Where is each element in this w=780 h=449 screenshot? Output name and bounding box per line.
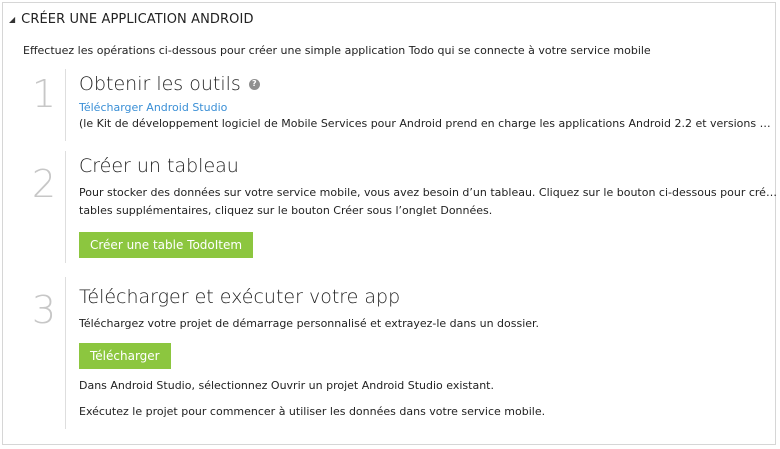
download-android-studio-link[interactable]: Télécharger Android Studio (79, 101, 227, 114)
step-divider (65, 69, 66, 141)
create-android-app-panel: ◢ CRÉER UNE APPLICATION ANDROID Effectue… (2, 2, 777, 445)
step-number: 2 (31, 162, 57, 206)
step-1: 1 Obtenir les outils ? Télécharger Andro… (21, 69, 777, 141)
open-project-instruction: Dans Android Studio, sélectionnez Ouvrir… (79, 379, 494, 392)
download-button[interactable]: Télécharger (79, 343, 171, 369)
section-header[interactable]: ◢ CRÉER UNE APPLICATION ANDROID (9, 12, 254, 27)
step-title: Créer un tableau (79, 155, 239, 177)
download-description: Téléchargez votre projet de démarrage pe… (79, 317, 540, 330)
step-title: Obtenir les outils ? (79, 72, 777, 96)
intro-text: Effectuez les opérations ci-dessous pour… (23, 44, 651, 57)
step-title: Télécharger et exécuter votre app (79, 286, 401, 308)
step-number: 1 (31, 72, 57, 116)
triangle-down-icon[interactable]: ◢ (9, 15, 15, 24)
step-2: 2 Créer un tableau Pour stocker des donn… (21, 151, 777, 263)
step-title-text: Obtenir les outils (79, 73, 241, 95)
sdk-note-text: (le Kit de développement logiciel de Mob… (79, 117, 777, 130)
create-todoitem-table-button[interactable]: Créer une table TodoItem (79, 232, 254, 258)
step-3: 3 Télécharger et exécuter votre app Télé… (21, 277, 777, 429)
section-title: CRÉER UNE APPLICATION ANDROID (21, 12, 254, 27)
question-circle-icon[interactable]: ? (248, 78, 260, 90)
step-divider (65, 277, 66, 429)
step-divider (65, 151, 66, 263)
step-number: 3 (31, 288, 57, 332)
run-project-instruction: Exécutez le projet pour commencer à util… (79, 405, 546, 418)
step-body: Télécharger et exécuter votre app Téléch… (79, 277, 777, 421)
table-description-line-1: Pour stocker des données sur votre servi… (79, 186, 777, 199)
table-description-line-2: tables supplémentaires, cliquez sur le b… (79, 204, 493, 217)
step-body: Créer un tableau Pour stocker des donnée… (79, 151, 777, 258)
step-body: Obtenir les outils ? Télécharger Android… (79, 69, 777, 133)
